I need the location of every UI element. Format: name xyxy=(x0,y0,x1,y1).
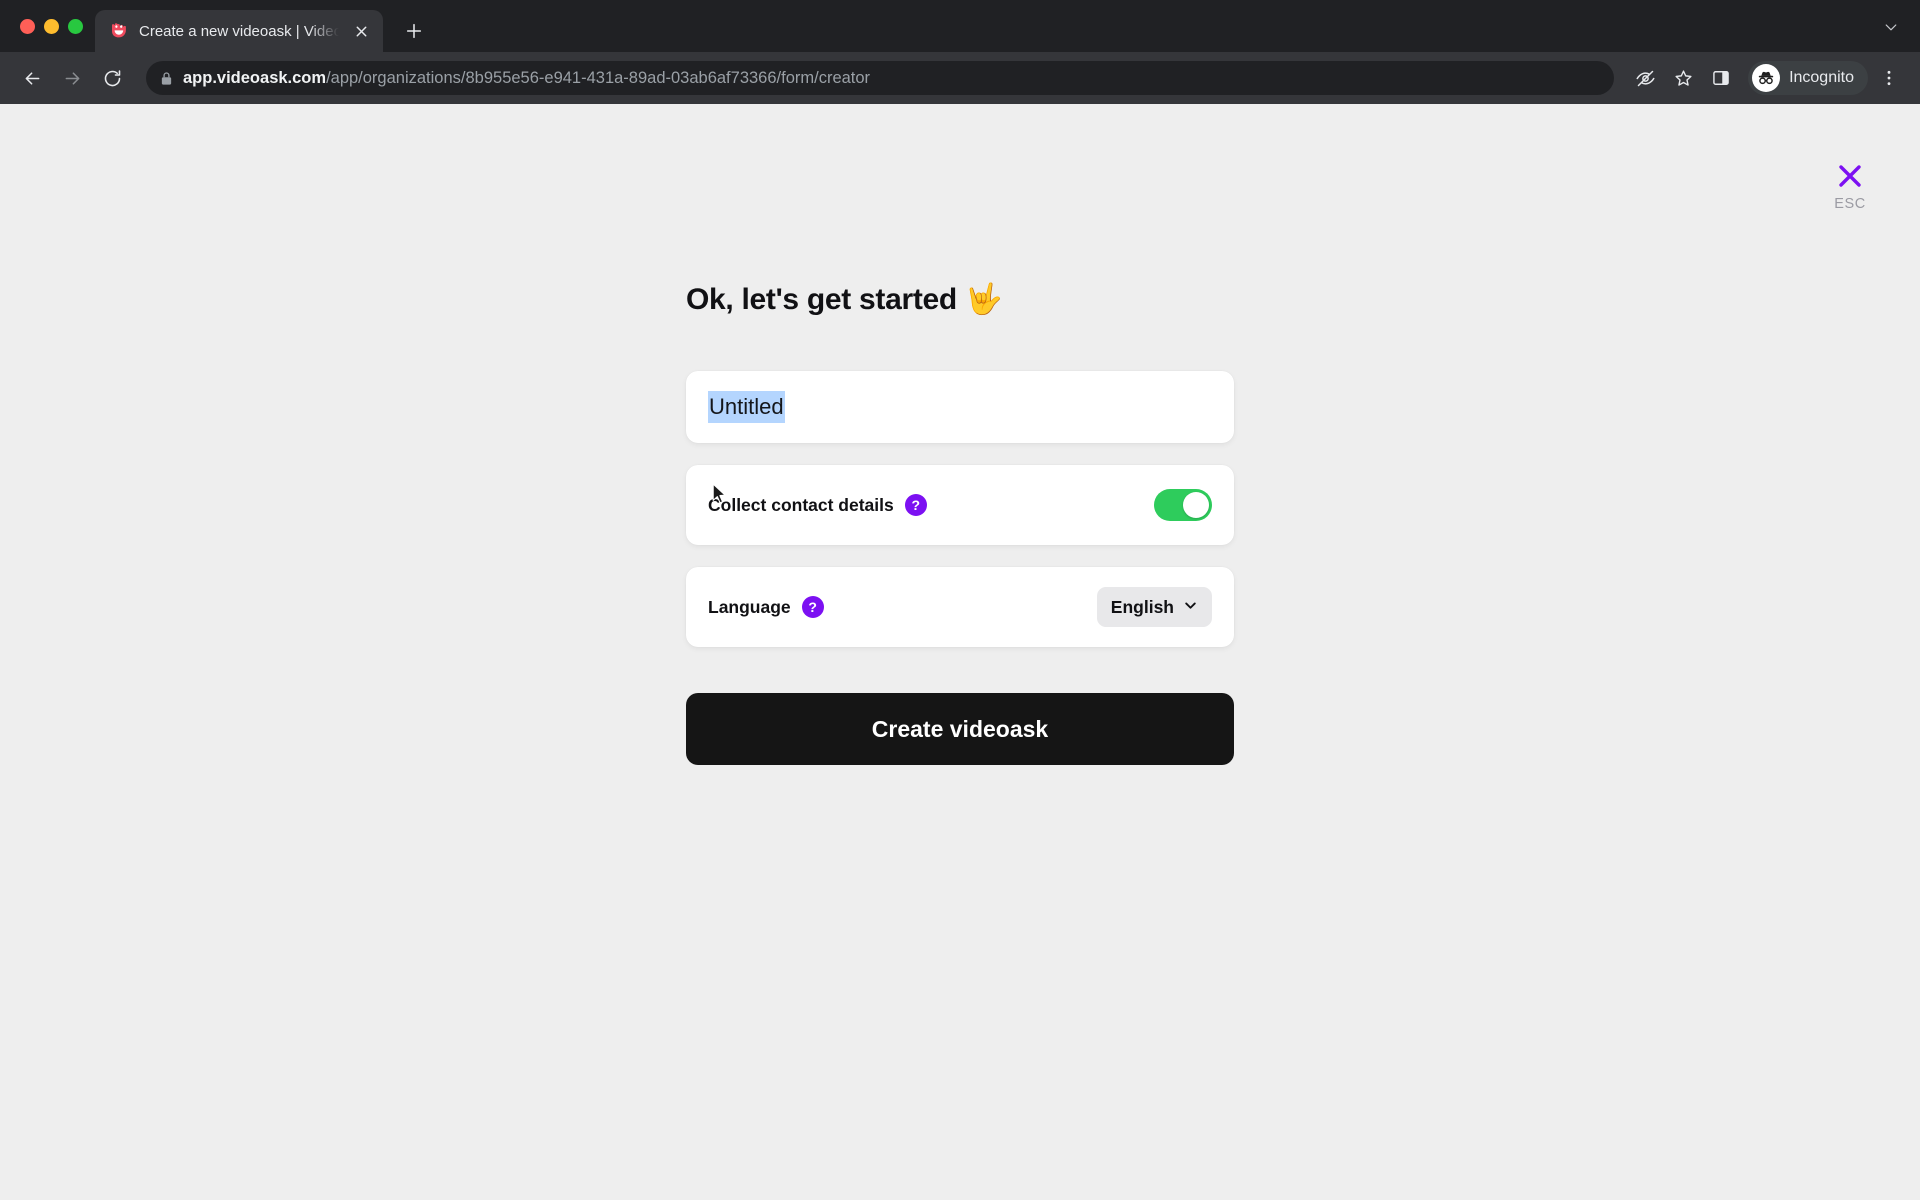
close-x-icon xyxy=(1836,162,1864,190)
profile-incognito-button[interactable]: Incognito xyxy=(1748,61,1868,95)
new-tab-button[interactable] xyxy=(397,14,431,48)
page-title: Ok, let's get started 🤟 xyxy=(686,283,1003,316)
star-icon[interactable] xyxy=(1666,61,1700,95)
browser-toolbar: app.videoask.com/app/organizations/8b955… xyxy=(0,52,1920,104)
creator-panel: Ok, let's get started 🤟 Untitled Collect… xyxy=(686,104,1234,765)
reload-button[interactable] xyxy=(94,60,130,96)
esc-label: ESC xyxy=(1834,196,1866,212)
language-label-group: Language ? xyxy=(708,596,824,618)
tab-strip: Create a new videoask | VideoAsk xyxy=(0,0,1920,52)
toggle-knob xyxy=(1183,492,1209,518)
browser-menu-icon[interactable] xyxy=(1872,61,1906,95)
help-icon-language[interactable]: ? xyxy=(801,596,824,618)
browser-tab[interactable]: Create a new videoask | VideoAsk xyxy=(95,10,383,52)
window-traffic-lights xyxy=(12,0,95,52)
create-videoask-button[interactable]: Create videoask xyxy=(686,693,1234,765)
window-maximize-button[interactable] xyxy=(68,18,83,34)
address-bar[interactable]: app.videoask.com/app/organizations/8b955… xyxy=(146,61,1615,95)
window-minimize-button[interactable] xyxy=(44,18,59,34)
address-bar-path: /app/organizations/8b955e56-e941-431a-89… xyxy=(326,68,871,87)
videoask-smiley-icon xyxy=(109,21,129,41)
eye-slash-icon[interactable] xyxy=(1628,61,1662,95)
back-button[interactable] xyxy=(14,60,50,96)
collect-contact-details-toggle[interactable] xyxy=(1154,489,1212,521)
language-selected-value: English xyxy=(1110,596,1174,617)
profile-label: Incognito xyxy=(1789,69,1854,86)
address-bar-url: app.videoask.com/app/organizations/8b955… xyxy=(183,69,870,88)
tab-close-icon[interactable] xyxy=(349,19,373,43)
incognito-avatar xyxy=(1752,64,1781,92)
language-row: Language ? English xyxy=(686,567,1234,647)
page-viewport: ESC Ok, let's get started 🤟 Untitled Col… xyxy=(0,104,1920,1200)
language-label: Language xyxy=(708,596,791,617)
close-esc-button[interactable]: ESC xyxy=(1822,162,1878,212)
tab-title: Create a new videoask | VideoAsk xyxy=(139,22,339,40)
tab-search-chevron-icon[interactable] xyxy=(1876,12,1906,42)
videoask-title-input[interactable]: Untitled xyxy=(686,371,1234,443)
videoask-title-value: Untitled xyxy=(708,390,785,424)
address-bar-host: app.videoask.com xyxy=(183,68,327,87)
lock-icon xyxy=(160,71,173,86)
window-close-button[interactable] xyxy=(20,18,35,34)
language-select[interactable]: English xyxy=(1096,587,1212,627)
browser-window: Create a new videoask | VideoAsk xyxy=(0,0,1920,1200)
forward-button[interactable] xyxy=(54,60,90,96)
side-panel-icon[interactable] xyxy=(1704,61,1738,95)
collect-contact-details-row: Collect contact details ? xyxy=(686,465,1234,545)
collect-contact-details-label: Collect contact details xyxy=(708,494,894,515)
chevron-down-icon xyxy=(1183,597,1198,618)
collect-contact-details-label-group: Collect contact details ? xyxy=(708,494,927,516)
help-icon-contact[interactable]: ? xyxy=(904,494,927,516)
